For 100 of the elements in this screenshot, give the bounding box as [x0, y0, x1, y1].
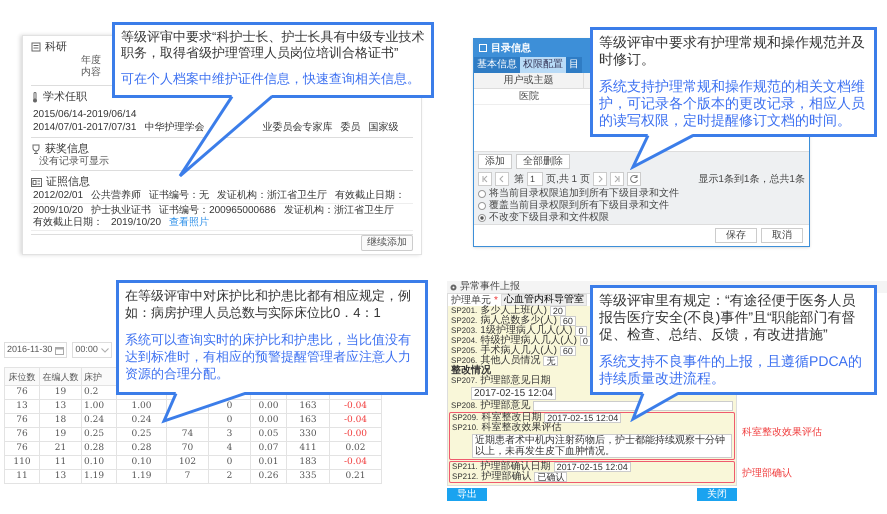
table-cell: 110	[5, 456, 40, 470]
feature-text: 可在个人档案中维护证件信息，快速查询相关信息。	[121, 71, 421, 87]
radio-button[interactable]	[478, 214, 486, 222]
table-cell: 330	[287, 428, 330, 442]
record-text: 2012/02/01	[33, 190, 84, 202]
window-icon	[479, 44, 487, 52]
record-text: 2009/10/20	[33, 205, 84, 216]
text-field[interactable]: 已确认	[534, 472, 568, 482]
info-text: 年度	[81, 55, 101, 66]
table-cell: 0.26	[251, 470, 287, 484]
field-code: SP212.	[452, 472, 478, 482]
record-text: 护士执业证书	[91, 205, 152, 216]
table-cell: 0.24	[82, 414, 117, 428]
toolbar-button[interactable]: 添加	[478, 154, 512, 169]
text-field[interactable]: 2017-02-15 12:04	[544, 413, 622, 423]
table-cell: 1.19	[82, 470, 117, 484]
list-icon	[31, 42, 41, 52]
field-label: 科室整改日期	[481, 413, 542, 423]
table-cell: 0.00	[251, 414, 287, 428]
table-cell: 0.21	[330, 470, 382, 484]
toolbar-button[interactable]: 全部删除	[516, 154, 570, 169]
record-text: 有效截止日期：	[335, 190, 406, 202]
previous-page-icon[interactable]	[495, 172, 509, 186]
pager-text: 页,共 1 页	[546, 172, 590, 186]
field-label: 特级护理病人几人(人)	[480, 336, 577, 346]
table-cell: -0.04	[330, 414, 382, 428]
text-field[interactable]: 2017-02-15 12:04	[554, 462, 631, 472]
table-cell: 7	[167, 470, 209, 484]
column-header: 用户或主题	[474, 73, 584, 88]
table-cell: 0.28	[82, 442, 117, 456]
field-label: 其他人员情况	[480, 356, 540, 366]
time-select[interactable]: 00:00	[72, 342, 112, 358]
dialog-tab[interactable]: 权限配置	[520, 57, 566, 73]
first-page-icon[interactable]	[478, 172, 492, 186]
add-more-button[interactable]: 继续添加	[361, 235, 413, 251]
next-page-icon[interactable]	[592, 172, 607, 186]
field-label: 护理部意见	[480, 401, 530, 411]
radio-button[interactable]	[478, 202, 486, 210]
table-cell: 0.24	[117, 414, 167, 428]
text-field[interactable]: 0	[575, 326, 586, 336]
feature-text: 系统支持不良事件的上报，且遵循PDCA的持续质量改进流程。	[599, 353, 863, 387]
radio-button[interactable]	[478, 190, 486, 198]
field-label: 病人总数多少(人)	[480, 316, 557, 326]
text-field[interactable]: 无	[543, 356, 558, 366]
calendar-icon	[55, 346, 64, 354]
table-cell: 1.00	[117, 400, 167, 414]
record-text: 有效截止日期：	[33, 217, 103, 229]
table-cell: 0.10	[82, 456, 117, 470]
page-input[interactable]: 1	[527, 172, 543, 186]
table-cell: -0.00	[330, 428, 382, 442]
option-label: 覆盖当前目录权限到所有下级目录和文件	[489, 200, 669, 212]
dialog-button[interactable]: 保存	[715, 228, 757, 243]
field-code: SP204.	[451, 336, 478, 346]
field-label: 护理部确认日期	[480, 462, 551, 472]
table-cell: 335	[287, 470, 330, 484]
table-cell-text: 医院	[518, 90, 540, 104]
table-cell: -0.04	[330, 400, 382, 414]
table-cell: 13	[40, 470, 82, 484]
unit-field[interactable]: 心血管内科导管室	[500, 294, 587, 306]
requirement-text: 等级评审中要求“科护士长、护士长具有中级专业技术职务，取得省级护理管理人员岗位培训合格证书”	[121, 29, 425, 61]
record-text: 2014/07/01-2017/07/31	[33, 122, 136, 134]
table-cell: 76	[5, 414, 40, 428]
text-field[interactable]: 60	[560, 346, 576, 356]
table-cell: 0.01	[251, 456, 287, 470]
table-cell: 13	[5, 400, 40, 414]
date-field[interactable]: 2016-11-30	[4, 342, 68, 358]
table-cell: 0.05	[251, 428, 287, 442]
field-label: 多少人上班(人)	[480, 306, 547, 316]
table-cell: 74	[167, 428, 209, 442]
dialog-tab[interactable]: 目	[566, 57, 582, 73]
table-cell: 4	[209, 442, 251, 456]
required-mark: *	[494, 294, 498, 306]
text-field[interactable]: 0	[580, 336, 591, 346]
info-text: 内容	[81, 67, 101, 78]
table-cell: 411	[287, 442, 330, 456]
window-title: 目录信息	[491, 42, 531, 56]
dialog-button[interactable]: 取消	[761, 228, 803, 243]
field-label: 1级护理病人几人(人)	[480, 326, 572, 336]
field-label: 护理部意见日期	[480, 376, 550, 386]
dialog-tab[interactable]: 基本信息	[474, 57, 520, 73]
feature-text: 系统可以查询实时的床护比和护患比，当比值没有达到标准时，有相应的预警提醒管理者应注意人力资源的合理分配。	[125, 331, 412, 382]
record-text: 国家级	[368, 122, 398, 134]
info-text: 没有记录可显示	[39, 156, 109, 167]
last-page-icon[interactable]	[610, 172, 624, 186]
table-cell: 70	[167, 442, 209, 456]
table-cell: 3	[209, 428, 251, 442]
table-cell: 0.02	[330, 442, 382, 456]
refresh-icon[interactable]	[626, 172, 641, 186]
feature-text: 系统支持护理常规和操作规范的相关文档维护，可记录各个版本的更改记录，相应人员的读写权限，定时提醒修订文档的时间。	[599, 78, 866, 129]
text-field[interactable]: 近期患者术中机内注射药物后，护士都能持续观察十分钟以上，未再发生皮下血肿情况。	[472, 434, 732, 458]
table-cell: 18	[40, 414, 82, 428]
text-field[interactable]: 20	[550, 306, 566, 316]
text-field[interactable]: 60	[560, 316, 576, 326]
caret-icon	[100, 348, 109, 352]
field-code: SP207.	[451, 376, 478, 386]
gear-icon	[450, 284, 457, 290]
column-header: 床位数	[5, 368, 40, 386]
record-text: 2015/06/14-2019/06/14	[33, 109, 136, 121]
record-text: 公共营养师	[91, 190, 142, 202]
text-field[interactable]: 2017-02-15 12:04	[471, 387, 556, 400]
